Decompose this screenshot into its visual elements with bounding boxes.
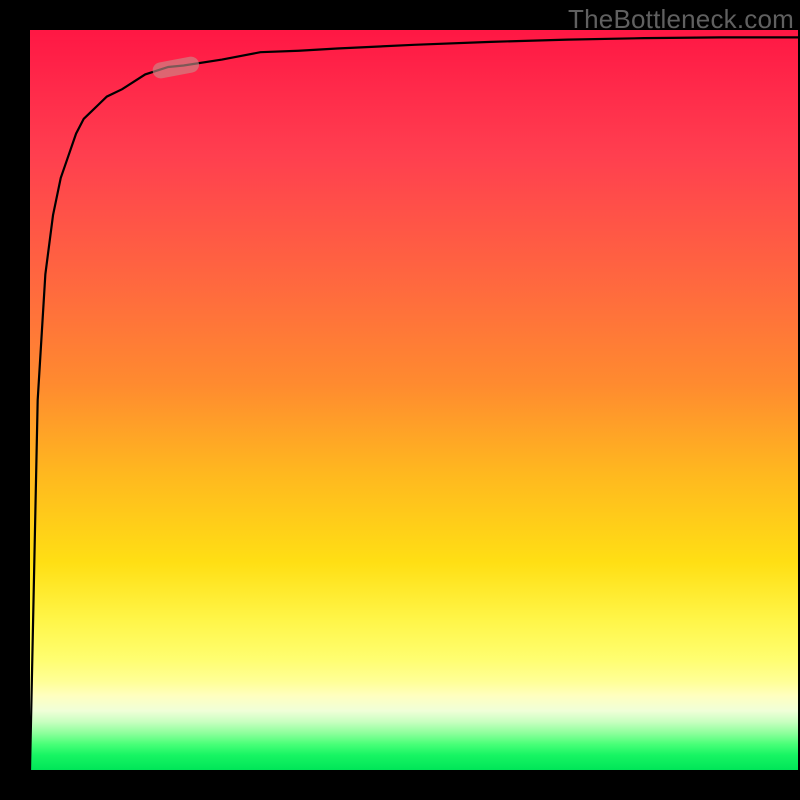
curve-highlight <box>151 55 200 79</box>
plot-area <box>30 30 798 770</box>
curve-path <box>30 37 798 770</box>
chart-root: TheBottleneck.com <box>0 0 800 800</box>
curve-svg <box>30 30 798 770</box>
